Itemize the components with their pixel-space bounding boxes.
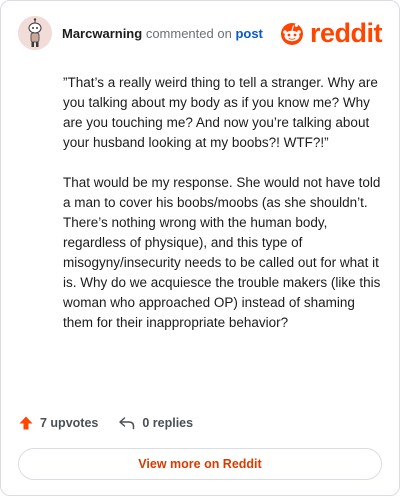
reply-count: 0 replies bbox=[142, 416, 194, 430]
comment-paragraph: ”That’s a really weird thing to tell a s… bbox=[63, 75, 378, 150]
reply-arrow-icon bbox=[119, 417, 135, 430]
replies-button[interactable]: 0 replies bbox=[118, 416, 193, 430]
user-avatar[interactable] bbox=[18, 16, 52, 50]
post-link[interactable]: post bbox=[235, 26, 262, 41]
view-more-button[interactable]: View more on Reddit bbox=[18, 448, 382, 480]
comment-actions: 7 upvotes 0 replies bbox=[18, 415, 193, 431]
comment-paragraph: That would be my response. She would not… bbox=[63, 175, 381, 330]
snoo-avatar-icon bbox=[18, 16, 52, 50]
upvote-arrow-icon bbox=[19, 416, 33, 430]
comment-header: Marcwarning commented on post bbox=[18, 16, 263, 50]
reddit-wordmark: reddit bbox=[310, 18, 383, 48]
upvote-count: 7 upvotes bbox=[40, 416, 99, 430]
username-link[interactable]: Marcwarning bbox=[62, 26, 142, 41]
reddit-logo[interactable]: reddit bbox=[277, 18, 383, 48]
comment-embed-card: Marcwarning commented on post reddit ”Th… bbox=[0, 0, 400, 496]
upvote-button[interactable]: 7 upvotes bbox=[18, 415, 98, 431]
byline: Marcwarning commented on post bbox=[62, 26, 263, 41]
action-text: commented on bbox=[145, 25, 232, 41]
comment-body: ”That’s a really weird thing to tell a s… bbox=[63, 73, 381, 353]
reddit-snoo-icon bbox=[281, 23, 303, 45]
